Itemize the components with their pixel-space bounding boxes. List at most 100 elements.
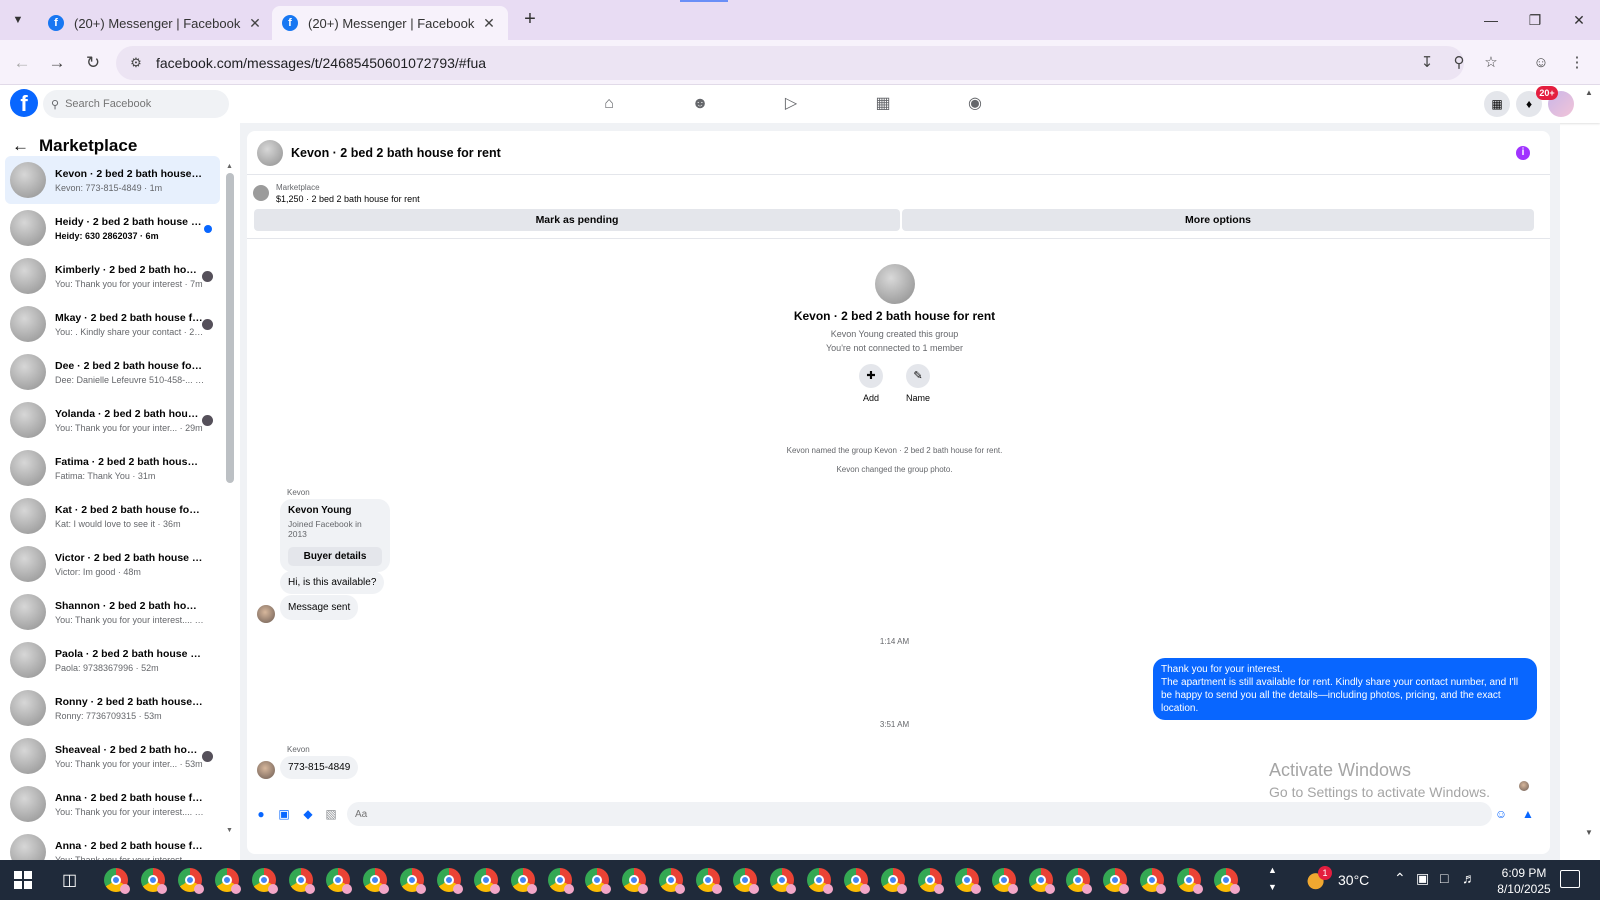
network-icon[interactable]: □ — [1440, 870, 1448, 886]
chrome-app-icon[interactable] — [1066, 868, 1092, 894]
chat-avatar[interactable] — [257, 139, 283, 166]
sender-avatar[interactable] — [257, 761, 275, 779]
conversation-item[interactable]: Heidy · 2 bed 2 bath house for rent Heidy… — [5, 204, 220, 252]
conversation-item[interactable]: Paola · 2 bed 2 bath house for rent Paola… — [5, 636, 220, 684]
chrome-app-icon[interactable] — [1029, 868, 1055, 894]
conversation-item[interactable]: Ronny · 2 bed 2 bath house for rent Ronny… — [5, 684, 220, 732]
chrome-app-icon[interactable] — [770, 868, 796, 894]
conversation-item[interactable]: Victor · 2 bed 2 bath house for rent Vict… — [5, 540, 220, 588]
chrome-app-icon[interactable] — [696, 868, 722, 894]
chrome-app-icon[interactable] — [474, 868, 500, 894]
tab-search-chevron-icon[interactable]: ▼ — [6, 8, 30, 32]
chrome-app-icon[interactable] — [1177, 868, 1203, 894]
omnibox[interactable]: ⚙ facebook.com/messages/t/24685450601072… — [116, 46, 1464, 80]
windows-start-icon[interactable] — [14, 871, 32, 889]
chrome-app-icon[interactable] — [215, 868, 241, 894]
mark-pending-button[interactable]: Mark as pending — [254, 209, 900, 231]
system-clock[interactable]: 6:09 PM 8/10/2025 — [1484, 865, 1564, 897]
sender-avatar[interactable] — [257, 605, 275, 623]
groups-icon[interactable]: ◉ — [963, 92, 987, 116]
chrome-app-icon[interactable] — [289, 868, 315, 894]
profile-icon[interactable]: ☺ — [1528, 50, 1554, 76]
gif-icon[interactable]: ▧ — [323, 806, 339, 822]
minimize-icon[interactable]: — — [1476, 8, 1506, 32]
task-view-icon[interactable]: ◫ — [62, 870, 77, 890]
video-icon[interactable]: ▷ — [779, 92, 803, 116]
chrome-app-icon[interactable] — [363, 868, 389, 894]
chrome-app-icon[interactable] — [1103, 868, 1129, 894]
temperature[interactable]: 30°C — [1338, 872, 1369, 888]
conversation-item[interactable]: Mkay · 2 bed 2 bath house for rent You: .… — [5, 300, 220, 348]
add-member-button[interactable]: ✚ Add — [851, 364, 891, 403]
facebook-logo-icon[interactable]: f — [10, 89, 38, 117]
message-input[interactable] — [347, 802, 1492, 826]
new-tab-button[interactable]: + — [518, 8, 542, 32]
scroll-up-icon[interactable]: ▲ — [226, 163, 233, 170]
volume-icon[interactable]: ♬ — [1462, 870, 1476, 886]
microphone-icon[interactable]: ● — [253, 806, 269, 822]
chrome-app-icon[interactable] — [622, 868, 648, 894]
browser-tab-2[interactable]: f (20+) Messenger | Facebook ✕ — [272, 6, 508, 40]
conversation-item[interactable]: Anna · 2 bed 2 bath house for rentYou: T… — [5, 828, 220, 860]
conversation-item[interactable]: Kevon · 2 bed 2 bath house for rent Kevon… — [5, 156, 220, 204]
tray-chevron-icon[interactable]: ⌃ — [1394, 870, 1406, 887]
chrome-app-icon[interactable] — [326, 868, 352, 894]
chrome-app-icon[interactable] — [955, 868, 981, 894]
facebook-search-input[interactable] — [65, 98, 216, 110]
browser-menu-icon[interactable]: ⋮ — [1564, 50, 1590, 76]
conversation-item[interactable]: Shannon · 2 bed 2 bath house for rent You… — [5, 588, 220, 636]
back-arrow-icon[interactable]: ← — [9, 50, 35, 76]
notification-center-icon[interactable] — [1560, 870, 1580, 888]
site-info-icon[interactable]: ⚙ — [116, 55, 156, 71]
conversation-item[interactable]: Fatima · 2 bed 2 bath house for rent Fati… — [5, 444, 220, 492]
browser-tab-1[interactable]: f (20+) Messenger | Facebook ✕ — [38, 6, 274, 40]
conversation-item[interactable]: Sheaveal · 2 bed 2 bath house for rent Yo… — [5, 732, 220, 780]
name-group-button[interactable]: ✎ Name — [898, 364, 938, 403]
home-icon[interactable]: ⌂ — [597, 92, 621, 116]
conversation-item[interactable]: Dee · 2 bed 2 bath house for rent Dee: Da… — [5, 348, 220, 396]
chrome-app-icon[interactable] — [437, 868, 463, 894]
chrome-app-icon[interactable] — [141, 868, 167, 894]
incoming-message[interactable]: 773-815-4849 — [280, 756, 359, 779]
scroll-down-icon[interactable]: ▼ — [1585, 828, 1593, 837]
chrome-app-icon[interactable] — [918, 868, 944, 894]
info-icon[interactable]: i — [1516, 146, 1530, 160]
emoji-icon[interactable]: ☺ — [1493, 806, 1509, 822]
menu-grid-icon[interactable]: ▦ — [1484, 91, 1510, 117]
incoming-message[interactable]: Hi, is this available? — [280, 571, 385, 594]
meet-icon[interactable]: ▣ — [1416, 870, 1429, 887]
chrome-app-icon[interactable] — [1214, 868, 1240, 894]
scrollbar-thumb[interactable] — [226, 173, 234, 483]
buyer-details-button[interactable]: Buyer details — [288, 547, 382, 566]
conversation-item[interactable]: Kimberly · 2 bed 2 bath house for rent Yo… — [5, 252, 220, 300]
friends-icon[interactable]: ☻ — [688, 92, 712, 116]
thumbs-up-icon[interactable]: ▲ — [1520, 806, 1536, 822]
chrome-app-icon[interactable] — [104, 868, 130, 894]
marketplace-listing-card[interactable]: Marketplace $1,250 · 2 bed 2 bath house … — [253, 181, 420, 205]
url-text[interactable]: facebook.com/messages/t/2468545060107279… — [156, 55, 486, 71]
conversation-item[interactable]: Kat · 2 bed 2 bath house for rent Kat: I … — [5, 492, 220, 540]
chrome-app-icon[interactable] — [400, 868, 426, 894]
chat-title[interactable]: Kevon · 2 bed 2 bath house for rent — [291, 146, 501, 160]
chrome-app-icon[interactable] — [659, 868, 685, 894]
chrome-app-icon[interactable] — [1140, 868, 1166, 894]
photo-icon[interactable]: ▣ — [276, 806, 292, 822]
chrome-app-icon[interactable] — [807, 868, 833, 894]
chrome-app-icon[interactable] — [844, 868, 870, 894]
conversation-item[interactable]: Anna · 2 bed 2 bath house for rentYou: T… — [5, 780, 220, 828]
chrome-app-icon[interactable] — [548, 868, 574, 894]
group-avatar[interactable] — [875, 264, 915, 304]
chrome-app-icon[interactable] — [511, 868, 537, 894]
tab-close-icon[interactable]: ✕ — [480, 15, 498, 32]
zoom-icon[interactable]: ⚲ — [1446, 50, 1472, 76]
scroll-up-icon[interactable]: ▲ — [1585, 88, 1593, 97]
conversation-item[interactable]: Yolanda · 2 bed 2 bath house for rent You… — [5, 396, 220, 444]
bookmark-star-icon[interactable]: ☆ — [1478, 50, 1504, 76]
window-close-icon[interactable]: ✕ — [1564, 8, 1594, 32]
outgoing-message[interactable]: Thank you for your interest. The apartme… — [1153, 658, 1537, 720]
back-arrow-icon[interactable]: ← — [12, 136, 29, 156]
incoming-message[interactable]: Message sent — [280, 595, 359, 620]
more-options-button[interactable]: More options — [902, 209, 1534, 231]
taskbar-scroll[interactable]: ▲ ▼ — [1268, 862, 1277, 896]
page-scrollbar[interactable]: ▲ ▼ — [1584, 88, 1596, 860]
